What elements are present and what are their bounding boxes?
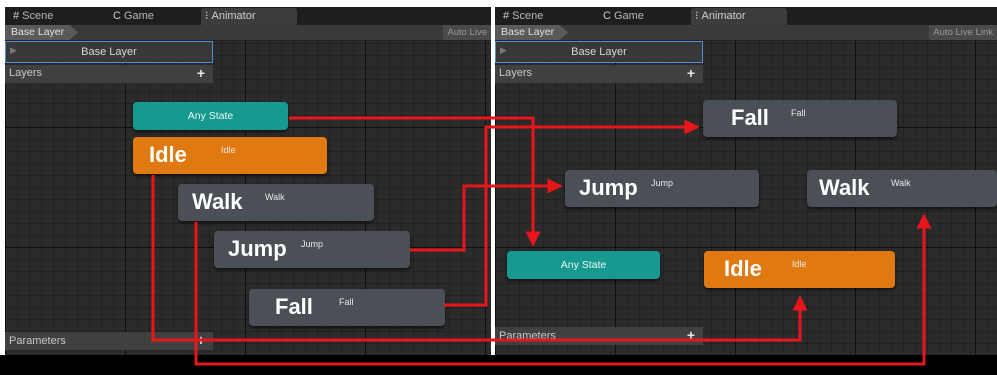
arrow-fall xyxy=(444,119,700,307)
arrow-any-state xyxy=(289,116,541,247)
annotation-arrows xyxy=(151,116,932,366)
arrow-idle xyxy=(151,175,808,342)
arrow-walk xyxy=(194,213,932,366)
